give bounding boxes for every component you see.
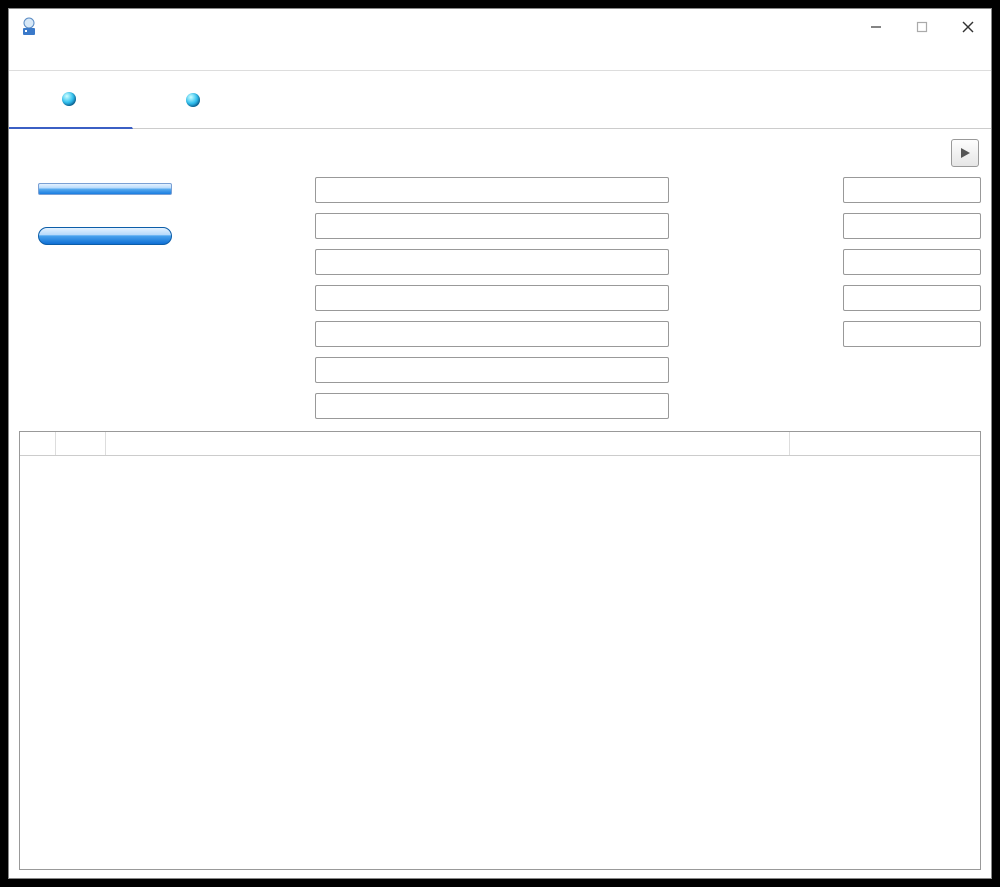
drive-letter-value [315,321,669,347]
table-body[interactable] [20,456,980,869]
table-header [20,432,980,456]
firmware-value [315,177,669,203]
serial-value [315,213,669,239]
menu-language[interactable] [111,56,127,60]
disk-tabs [9,71,991,129]
health-badge[interactable] [38,183,172,195]
col-name[interactable] [106,432,790,455]
menubar [9,45,991,71]
rpm-value [843,249,981,275]
window-controls [853,11,991,43]
disk-tab-d[interactable] [133,71,257,128]
col-id[interactable] [56,432,106,455]
features-value [315,393,669,419]
smart-table [19,431,981,870]
standard-value [315,357,669,383]
menu-disk[interactable] [79,56,95,60]
col-raw[interactable] [790,432,980,455]
menu-function[interactable] [47,56,63,60]
minimize-button[interactable] [853,11,899,43]
menu-help[interactable] [95,56,111,60]
close-button[interactable] [945,11,991,43]
poweron-hours-value [843,321,981,347]
total-reads-value [843,177,981,203]
app-icon [19,17,39,37]
poweron-count-value [843,285,981,311]
total-writes-value [843,213,981,239]
status-orb-icon [186,93,200,107]
temp-badge[interactable] [38,227,172,245]
main-panel [9,129,991,878]
menu-file[interactable] [15,56,31,60]
interface-value [315,249,669,275]
transfer-mode-value [315,285,669,311]
next-disk-button[interactable] [951,139,979,167]
disk-tab-c[interactable] [9,71,133,129]
menu-edit[interactable] [31,56,47,60]
info-grid [19,175,981,421]
app-window [8,8,992,879]
status-orb-icon [62,92,76,106]
menu-theme[interactable] [63,56,79,60]
titlebar [9,9,991,45]
maximize-button[interactable] [899,11,945,43]
